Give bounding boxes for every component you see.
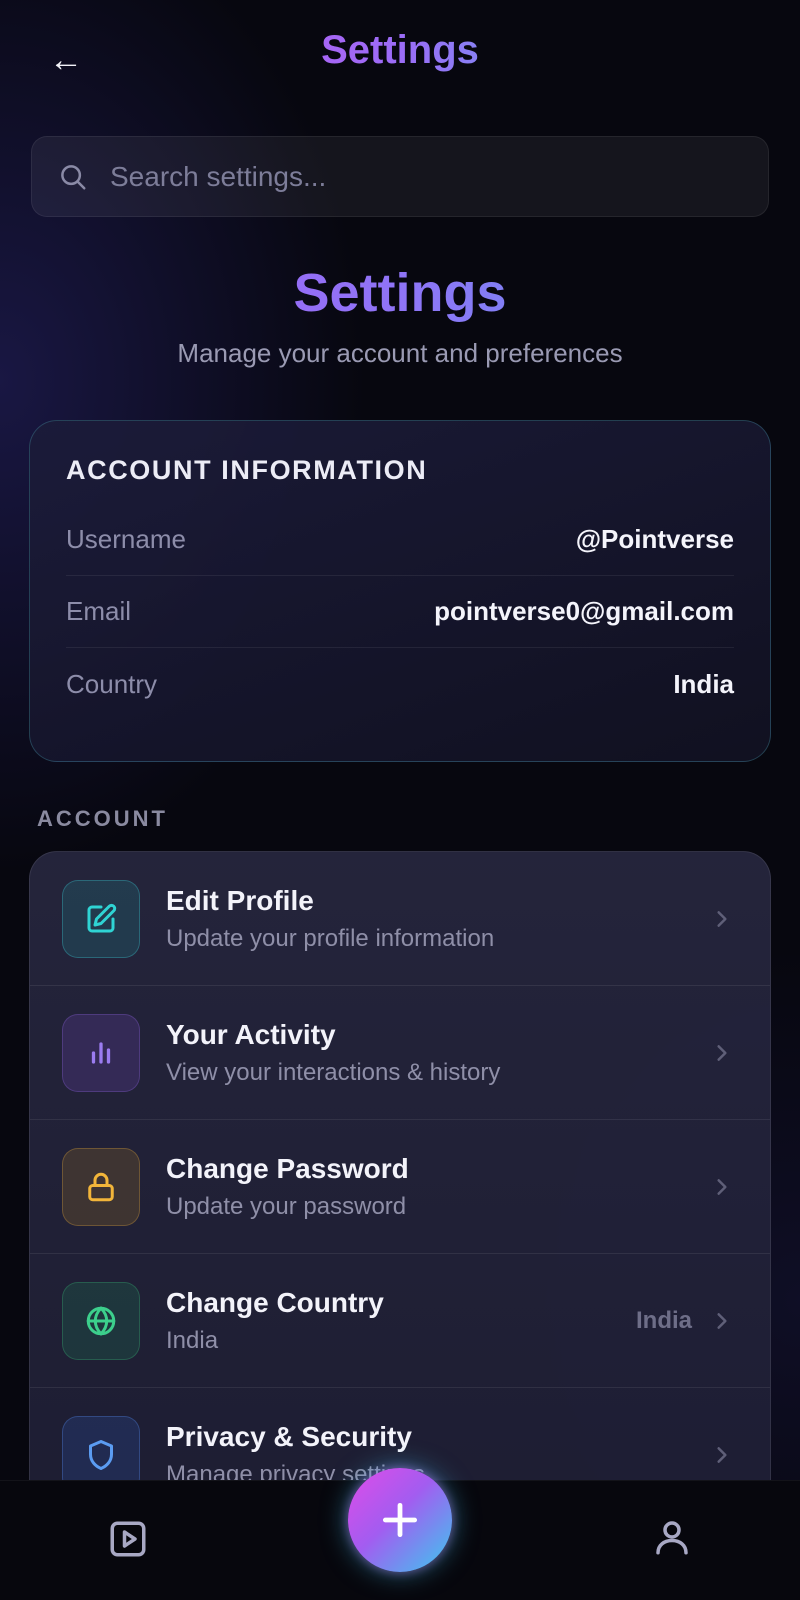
bar-chart-icon bbox=[91, 1041, 111, 1064]
item-subtitle: Update your password bbox=[166, 1192, 407, 1220]
search-bar[interactable] bbox=[31, 136, 769, 217]
plus-icon bbox=[382, 1502, 418, 1538]
info-label: Country bbox=[66, 668, 158, 699]
item-current-value: India bbox=[635, 1306, 692, 1334]
item-title: Your Activity bbox=[166, 1018, 336, 1050]
item-text: Privacy & Security Manage privacy settin… bbox=[166, 1421, 770, 1489]
item-text: Change Password Update your password bbox=[166, 1153, 770, 1221]
info-label: Username bbox=[66, 524, 186, 554]
settings-item-your-activity[interactable]: Your Activity View your interactions & h… bbox=[30, 986, 770, 1120]
chevron-right-icon bbox=[717, 1312, 727, 1329]
edit-icon bbox=[87, 903, 117, 932]
page-title: Settings bbox=[0, 262, 800, 324]
account-info-rows: Username @Pointverse Email pointverse0@g… bbox=[66, 504, 734, 720]
activity-icon-box bbox=[62, 1013, 140, 1092]
account-info-heading: ACCOUNT INFORMATION bbox=[66, 455, 428, 485]
item-subtitle: Update your profile information bbox=[166, 924, 495, 952]
settings-item-change-country[interactable]: Change Country India India bbox=[30, 1254, 770, 1388]
create-button[interactable] bbox=[348, 1468, 452, 1572]
shield-icon bbox=[89, 1439, 113, 1470]
section-heading-account: ACCOUNT bbox=[37, 806, 168, 831]
play-icon[interactable] bbox=[107, 1518, 149, 1560]
lock-icon bbox=[88, 1172, 114, 1201]
account-info-card: ACCOUNT INFORMATION Username @Pointverse… bbox=[29, 420, 771, 762]
user-icon[interactable] bbox=[651, 1516, 693, 1558]
settings-screen: ← Settings Settings Manage your account … bbox=[0, 0, 800, 1600]
globe-icon bbox=[86, 1305, 116, 1336]
item-title: Edit Profile bbox=[166, 884, 314, 916]
chevron-right-icon bbox=[717, 1446, 727, 1463]
info-value: pointverse0@gmail.com bbox=[434, 596, 734, 626]
info-label: Email bbox=[66, 596, 132, 626]
edit-icon-box bbox=[62, 879, 140, 958]
chevron-right-icon bbox=[717, 1044, 727, 1061]
header-title: Settings bbox=[0, 28, 800, 73]
search-input[interactable] bbox=[110, 160, 768, 193]
item-title: Change Password bbox=[166, 1152, 409, 1184]
info-row-username: Username @Pointverse bbox=[66, 504, 734, 576]
info-row-email: Email pointverse0@gmail.com bbox=[66, 576, 734, 648]
search-icon bbox=[61, 164, 86, 189]
settings-item-edit-profile[interactable]: Edit Profile Update your profile informa… bbox=[30, 852, 770, 986]
item-text: Your Activity View your interactions & h… bbox=[166, 1019, 770, 1087]
item-title: Privacy & Security bbox=[166, 1420, 412, 1452]
item-text: Edit Profile Update your profile informa… bbox=[166, 885, 770, 953]
password-icon-box bbox=[62, 1147, 140, 1226]
item-subtitle: View your interactions & history bbox=[166, 1058, 501, 1086]
settings-item-change-password[interactable]: Change Password Update your password bbox=[30, 1120, 770, 1254]
top-bar: ← Settings bbox=[0, 0, 800, 110]
info-value: India bbox=[673, 668, 734, 699]
chevron-right-icon bbox=[717, 1178, 727, 1195]
country-icon-box bbox=[62, 1281, 140, 1360]
page-subtitle: Manage your account and preferences bbox=[177, 338, 623, 368]
chevron-right-icon bbox=[717, 910, 727, 927]
info-value: @Pointverse bbox=[575, 524, 734, 554]
info-row-country: Country India bbox=[66, 648, 734, 720]
